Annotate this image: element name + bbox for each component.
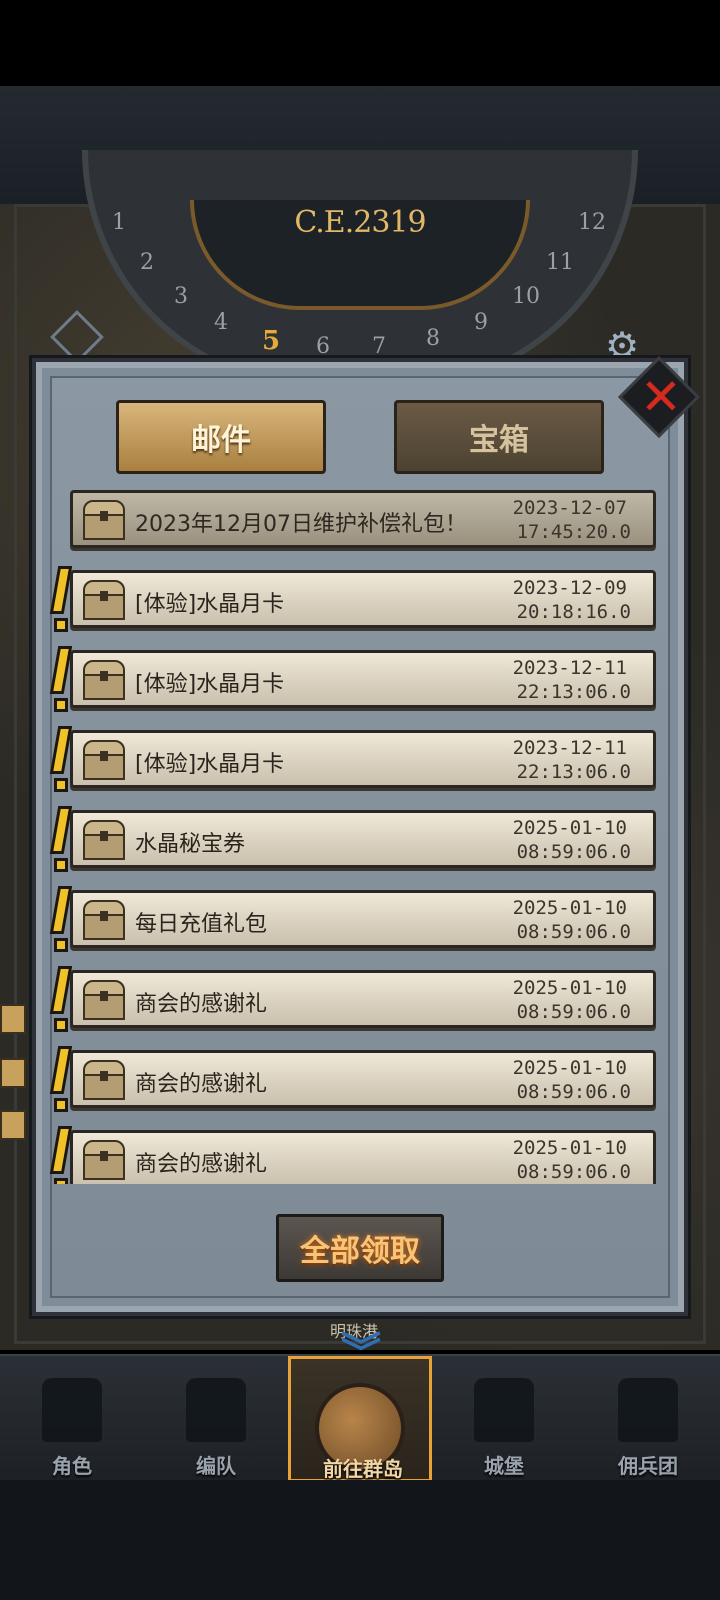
- wheel-number: 10: [512, 284, 540, 309]
- tab-chest[interactable]: 宝箱: [394, 400, 604, 474]
- mail-time: 22:13:06.0: [516, 761, 631, 783]
- nav-item-banner[interactable]: 佣兵团: [576, 1356, 720, 1482]
- mail-title: 水晶秘宝券: [135, 832, 246, 857]
- banner-icon: [618, 1378, 678, 1442]
- treasure-chest-icon: [83, 820, 125, 860]
- exclamation-alert-icon: [48, 966, 74, 1036]
- mail-date: 2023-12-11: [512, 737, 627, 759]
- nav-label: 角色: [52, 1454, 92, 1478]
- exclamation-alert-icon: [48, 646, 74, 716]
- wheel-number: 12: [578, 210, 606, 235]
- mail-title: 商会的感谢礼: [135, 992, 268, 1017]
- wheel-number: 1: [112, 210, 126, 235]
- mail-row[interactable]: [体验]水晶月卡 2023-12-11 22:13:06.0: [70, 730, 656, 788]
- tab-chest-label: 宝箱: [469, 423, 529, 458]
- exclamation-alert-icon: [48, 806, 74, 876]
- nav-item-knight[interactable]: 角色: [0, 1356, 144, 1482]
- mail-row[interactable]: 商会的感谢礼 2025-01-10 08:59:06.0: [70, 1130, 656, 1184]
- mail-time: 08:59:06.0: [516, 1001, 631, 1023]
- side-widget-icon[interactable]: [0, 1004, 26, 1034]
- tab-mail-label: 邮件: [191, 423, 251, 458]
- mail-title: 2023年12月07日维护补偿礼包！: [135, 512, 467, 537]
- mail-row[interactable]: 2023年12月07日维护补偿礼包！ 2023-12-07 17:45:20.0: [70, 490, 656, 548]
- mail-time: 20:18:16.0: [516, 601, 631, 623]
- treasure-chest-icon: [83, 660, 125, 700]
- exclamation-alert-icon: [48, 726, 74, 796]
- nav-item-castle[interactable]: 城堡: [432, 1356, 576, 1482]
- mail-row[interactable]: 商会的感谢礼 2025-01-10 08:59:06.0: [70, 970, 656, 1028]
- treasure-chest-icon: [83, 1140, 125, 1180]
- side-widget-icon[interactable]: [0, 1110, 26, 1140]
- year-label: C.E.2319: [294, 205, 426, 240]
- wheel-number: 7: [372, 334, 386, 359]
- mail-title: [体验]水晶月卡: [135, 672, 285, 697]
- exclamation-alert-icon: [48, 566, 74, 636]
- mail-list[interactable]: 2023年12月07日维护补偿礼包！ 2023-12-07 17:45:20.0 [体…: [48, 484, 668, 1184]
- treasure-chest-icon: [83, 980, 125, 1020]
- mail-date: 2025-01-10: [512, 1137, 627, 1159]
- knight-icon: [42, 1378, 102, 1442]
- wheel-number: 2: [140, 250, 154, 275]
- mail-time: 08:59:06.0: [516, 841, 631, 863]
- mail-row[interactable]: [体验]水晶月卡 2023-12-11 22:13:06.0: [70, 650, 656, 708]
- mail-time: 17:45:20.0: [516, 521, 631, 543]
- mail-row[interactable]: 每日充值礼包 2025-01-10 08:59:06.0: [70, 890, 656, 948]
- mail-date: 2023-12-07: [512, 497, 627, 519]
- mail-title: 商会的感谢礼: [135, 1072, 268, 1097]
- mail-title: 每日充值礼包: [135, 912, 268, 937]
- nav-label: 前往群岛: [323, 1457, 403, 1481]
- mail-time: 08:59:06.0: [516, 921, 631, 943]
- mail-date: 2025-01-10: [512, 817, 627, 839]
- nav-item-globe[interactable]: ︾ 前往群岛: [288, 1333, 432, 1482]
- mail-title: 商会的感谢礼: [135, 1152, 268, 1177]
- nav-item-helmet[interactable]: 编队: [144, 1356, 288, 1482]
- mail-row[interactable]: 水晶秘宝券 2025-01-10 08:59:06.0: [70, 810, 656, 868]
- treasure-chest-icon: [83, 580, 125, 620]
- treasure-chest-icon: [83, 500, 125, 540]
- exclamation-alert-icon: [48, 1046, 74, 1116]
- wheel-number: 5: [262, 326, 281, 356]
- mail-date: 2023-12-09: [512, 577, 627, 599]
- mail-time: 08:59:06.0: [516, 1081, 631, 1103]
- mail-row[interactable]: 商会的感谢礼 2025-01-10 08:59:06.0: [70, 1050, 656, 1108]
- exclamation-alert-icon: [48, 1126, 74, 1184]
- wheel-number: 9: [474, 310, 488, 335]
- status-bar-area: [0, 0, 720, 86]
- treasure-chest-icon: [83, 1060, 125, 1100]
- helmet-icon: [186, 1378, 246, 1442]
- chevron-down-icon: ︾: [341, 1330, 381, 1376]
- wheel-number: 6: [316, 334, 330, 359]
- nav-label: 城堡: [484, 1454, 524, 1478]
- wheel-number: 8: [426, 326, 440, 351]
- mail-date: 2025-01-10: [512, 977, 627, 999]
- mail-date: 2025-01-10: [512, 1057, 627, 1079]
- castle-icon: [474, 1378, 534, 1442]
- mail-date: 2025-01-10: [512, 897, 627, 919]
- treasure-chest-icon: [83, 900, 125, 940]
- mail-time: 08:59:06.0: [516, 1161, 631, 1183]
- bottom-nav: 角色 编队 ︾ 前往群岛 城堡 佣兵团: [0, 1333, 720, 1482]
- mail-time: 22:13:06.0: [516, 681, 631, 703]
- claim-all-button[interactable]: 全部领取: [276, 1214, 444, 1282]
- tab-mail[interactable]: 邮件: [116, 400, 326, 474]
- treasure-chest-icon: [83, 740, 125, 780]
- mail-title: [体验]水晶月卡: [135, 752, 285, 777]
- wheel-number: 4: [214, 310, 228, 335]
- wheel-number: 11: [546, 250, 574, 275]
- exclamation-alert-icon: [48, 886, 74, 956]
- mail-date: 2023-12-11: [512, 657, 627, 679]
- mail-title: [体验]水晶月卡: [135, 592, 285, 617]
- side-widget-icon[interactable]: [0, 1058, 26, 1088]
- claim-all-label: 全部领取: [300, 1234, 420, 1269]
- bottom-band: [0, 1480, 720, 1600]
- mail-row[interactable]: [体验]水晶月卡 2023-12-09 20:18:16.0: [70, 570, 656, 628]
- close-icon[interactable]: ✕: [636, 371, 686, 423]
- nav-label: 佣兵团: [618, 1454, 678, 1478]
- wheel-number: 3: [174, 284, 188, 309]
- nav-label: 编队: [196, 1454, 236, 1478]
